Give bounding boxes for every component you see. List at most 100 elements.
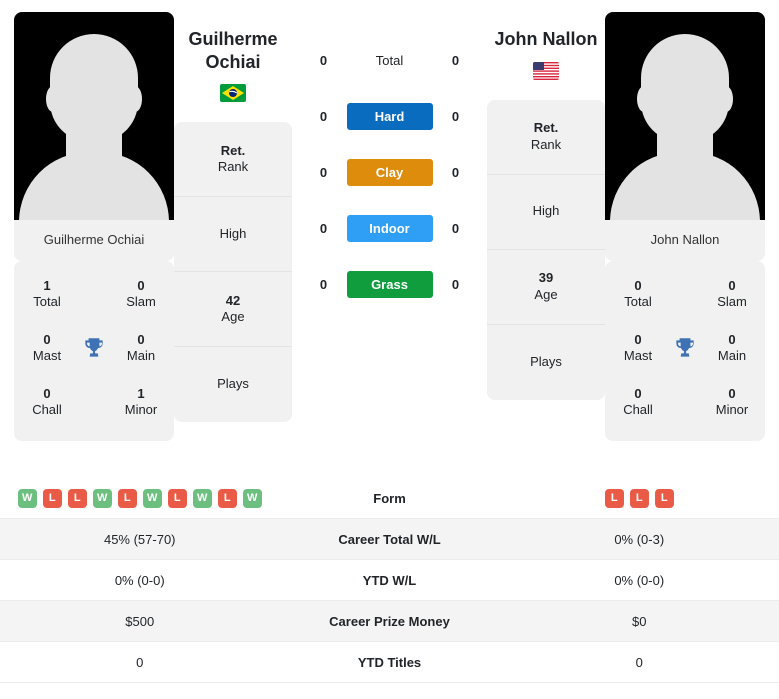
left-titles-total-label: Total	[33, 293, 61, 309]
surface-badge-grass: Grass	[346, 270, 433, 298]
silhouette-body	[610, 152, 760, 220]
right-titles-total-label: Total	[624, 293, 652, 309]
left-player-name-column: Guilherme Ochiai Ret. Rank High 42 Age P…	[174, 12, 292, 422]
form-badge-loss: L	[117, 488, 137, 508]
table-label-form: Form	[373, 490, 406, 506]
left-surface-total-value: 0	[319, 52, 328, 68]
right-info-high-label: High	[532, 203, 560, 219]
left-player-photo-column: Guilherme Ochiai 1 Total 0 Slam 0 Mast 0…	[14, 12, 174, 441]
right-ytd-wl-value: 0% (0-0)	[614, 572, 665, 588]
right-titles-slam-value: 0	[728, 277, 736, 293]
table-row-ytd-wl: 0% (0-0) YTD W/L 0% (0-0)	[0, 560, 779, 601]
table-label-career-total-wl: Career Total W/L	[338, 531, 441, 547]
left-player-titles-grid: 1 Total 0 Slam 0 Mast 0 Main 0 Chall 1 M…	[14, 261, 174, 429]
right-titles-masters-value: 0	[634, 331, 642, 347]
left-titles-total: 1 Total	[20, 278, 74, 310]
surface-badge-clay: Clay	[346, 158, 433, 186]
left-info-age-value: 42	[225, 292, 241, 308]
left-ytd-wl-value: 0% (0-0)	[114, 572, 165, 588]
left-titles-main-value: 0	[137, 331, 145, 347]
left-player-photo-caption: Guilherme Ochiai	[14, 220, 174, 261]
flag-usa-icon	[533, 61, 559, 80]
right-form-cell: LLL	[500, 488, 779, 508]
form-badge-loss: L	[604, 488, 624, 508]
left-player-titles-card: 1 Total 0 Slam 0 Mast 0 Main 0 Chall 1 M…	[14, 260, 174, 441]
right-surface-hard-value: 0	[451, 108, 460, 124]
left-surface-clay-value: 0	[319, 164, 328, 180]
left-player-avatar-placeholder	[14, 12, 174, 220]
trophy-icon	[665, 335, 705, 361]
form-badge-loss: L	[67, 488, 87, 508]
compare-header: Guilherme Ochiai 1 Total 0 Slam 0 Mast 0…	[0, 0, 779, 478]
right-form-badges: LLL	[500, 488, 779, 508]
right-surface-total-value: 0	[451, 52, 460, 68]
left-career-prize-money-value: $500	[125, 613, 155, 629]
left-surface-grass-value: 0	[319, 276, 328, 292]
surface-row-hard: 0 Hard 0	[292, 88, 487, 144]
right-titles-masters: 0 Mast	[611, 332, 665, 364]
right-info-plays: Plays	[487, 325, 605, 400]
left-titles-masters: 0 Mast	[20, 332, 74, 364]
form-badge-win: W	[242, 488, 262, 508]
left-titles-slam: 0 Slam	[114, 278, 168, 310]
table-row-ytd-titles: 0 YTD Titles 0	[0, 642, 779, 683]
left-form-cell: WLLWLWLWLW	[0, 488, 280, 508]
surface-badge-indoor: Indoor	[346, 214, 433, 242]
left-info-age-label: Age	[221, 309, 245, 324]
form-badge-loss: L	[42, 488, 62, 508]
silhouette-ear-right	[719, 86, 733, 112]
right-info-plays-label: Plays	[530, 353, 562, 369]
right-career-prize-money-value: $0	[632, 613, 647, 629]
left-player-name-line1[interactable]: Guilherme	[174, 28, 292, 51]
left-titles-main: 0 Main	[114, 332, 168, 364]
left-titles-total-value: 1	[43, 277, 51, 293]
left-info-rank: Ret. Rank	[174, 122, 292, 197]
left-surface-hard-value: 0	[319, 108, 328, 124]
left-info-age: 42 Age	[174, 272, 292, 347]
right-career-total-wl-value: 0% (0-3)	[614, 531, 665, 547]
right-titles-minor-label: Minor	[715, 401, 749, 417]
left-titles-minor: 1 Minor	[114, 386, 168, 418]
right-titles-masters-label: Mast	[623, 347, 653, 363]
right-info-high: High	[487, 175, 605, 250]
right-ytd-titles-value: 0	[635, 654, 643, 670]
left-titles-challenger-label: Chall	[32, 401, 62, 417]
right-player-photo-caption: John Nallon	[605, 220, 765, 261]
left-info-high: High	[174, 197, 292, 272]
left-info-rank-value: Ret.	[220, 142, 246, 158]
left-info-rank-label: Rank	[217, 159, 249, 174]
silhouette-body	[19, 152, 169, 220]
right-surface-clay-value: 0	[451, 164, 460, 180]
form-badge-win: W	[92, 488, 112, 508]
form-badge-win: W	[142, 488, 162, 508]
left-player-photo-card[interactable]: Guilherme Ochiai	[14, 12, 174, 261]
form-badge-win: W	[192, 488, 212, 508]
right-titles-total-value: 0	[634, 277, 642, 293]
right-info-rank: Ret. Rank	[487, 100, 605, 175]
right-titles-challenger-label: Chall	[623, 401, 653, 417]
right-player-photo-card[interactable]: John Nallon	[605, 12, 765, 261]
surface-badge-hard: Hard	[346, 102, 433, 130]
form-badge-loss: L	[629, 488, 649, 508]
form-badge-loss: L	[167, 488, 187, 508]
form-badge-loss: L	[654, 488, 674, 508]
left-titles-minor-label: Minor	[124, 401, 158, 417]
left-player-name-line2[interactable]: Ochiai	[174, 51, 292, 74]
left-surface-indoor-value: 0	[319, 220, 328, 236]
left-career-total-wl-value: 45% (57-70)	[103, 531, 176, 547]
table-label-ytd-wl: YTD W/L	[362, 572, 417, 588]
silhouette-ear-right	[128, 86, 142, 112]
left-titles-slam-value: 0	[137, 277, 145, 293]
form-badge-loss: L	[217, 488, 237, 508]
surface-row-grass: 0 Grass 0	[292, 256, 487, 312]
left-titles-slam-label: Slam	[126, 293, 156, 309]
right-titles-challenger: 0 Chall	[611, 386, 665, 418]
right-info-rank-label: Rank	[530, 136, 562, 152]
table-label-ytd-titles: YTD Titles	[357, 654, 422, 670]
surface-row-indoor: 0 Indoor 0	[292, 200, 487, 256]
right-titles-challenger-value: 0	[634, 385, 642, 401]
right-player-name-line1[interactable]: John Nallon	[487, 28, 605, 51]
right-titles-slam: 0 Slam	[705, 278, 759, 310]
left-form-badges: WLLWLWLWLW	[0, 488, 280, 508]
right-titles-total: 0 Total	[611, 278, 665, 310]
